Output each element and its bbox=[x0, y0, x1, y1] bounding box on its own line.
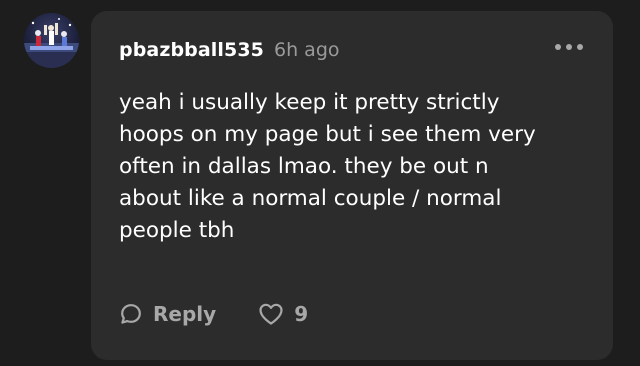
avatar[interactable] bbox=[24, 13, 79, 68]
reply-button[interactable]: Reply bbox=[119, 302, 216, 326]
username[interactable]: pbazbball535 bbox=[119, 39, 264, 61]
like-count: 9 bbox=[294, 302, 309, 326]
heart-icon bbox=[258, 302, 284, 326]
avatar-image bbox=[24, 18, 79, 68]
speech-bubble-icon bbox=[119, 302, 143, 326]
comment-thread: pbazbball535 6h ago yeah i usually keep … bbox=[0, 0, 640, 366]
comment-header: pbazbball535 6h ago bbox=[119, 39, 340, 61]
timestamp: 6h ago bbox=[274, 39, 340, 61]
comment-text: yeah i usually keep it pretty strictly h… bbox=[119, 90, 536, 243]
comment-actions: Reply 9 bbox=[119, 298, 308, 330]
more-dot bbox=[555, 44, 561, 50]
more-dot bbox=[577, 44, 583, 50]
more-options-icon[interactable] bbox=[555, 44, 583, 50]
like-button[interactable]: 9 bbox=[258, 302, 308, 326]
more-dot bbox=[566, 44, 572, 50]
reply-label: Reply bbox=[153, 302, 217, 326]
comment-card: pbazbball535 6h ago yeah i usually keep … bbox=[91, 11, 613, 360]
